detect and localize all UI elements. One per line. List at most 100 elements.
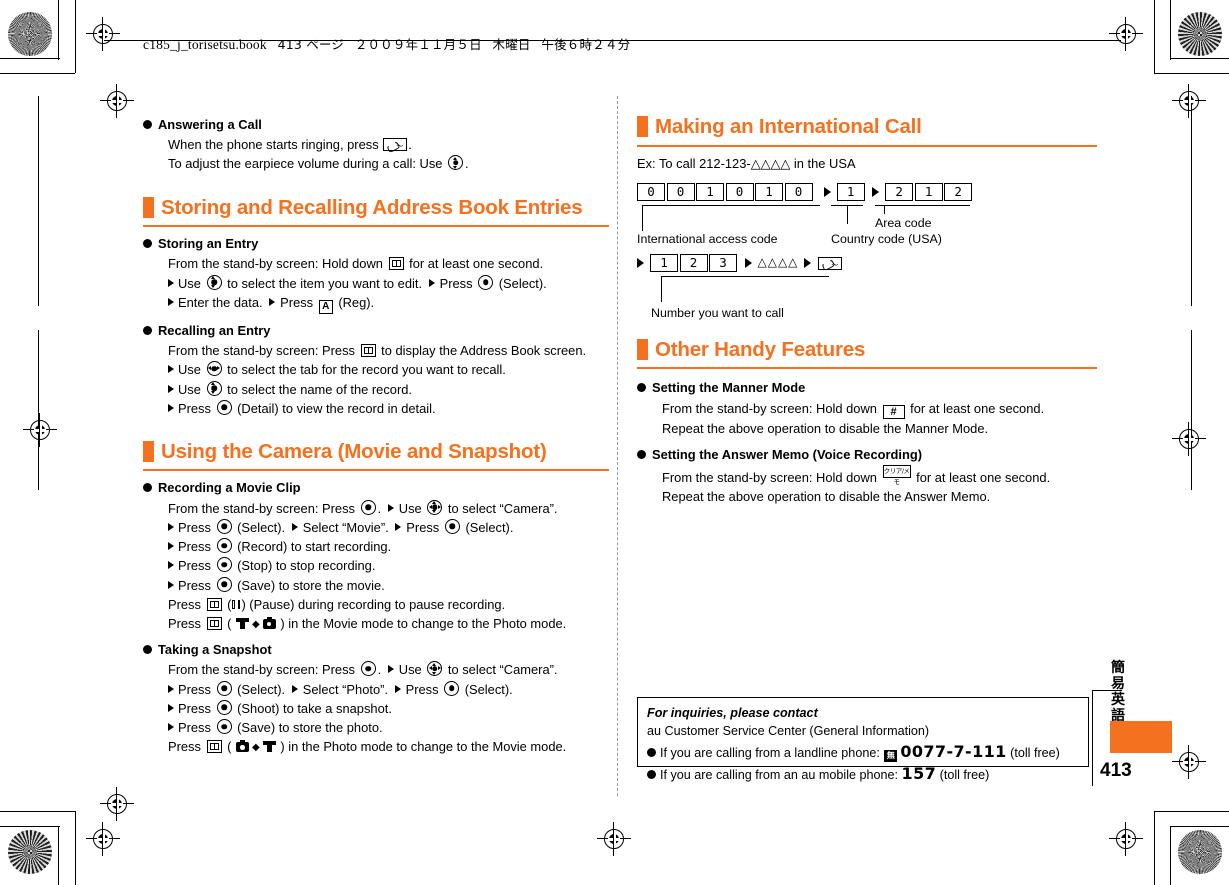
recalling-line-2-a: Use [178,362,201,378]
section-underline [143,225,609,228]
movie-line-2-a: Press [178,519,211,535]
section-underline [637,367,1097,370]
digit-box: 0 [725,183,754,202]
movie-line-7-a: Press [168,616,201,631]
step-arrow-icon [637,258,644,269]
up-down-key-icon [206,380,222,396]
center-select-key-icon [216,680,232,696]
crop-line-inner-bl-v [75,811,76,885]
intl-dial-row-1: 001010 1212 Area code International acce… [637,182,1097,246]
pause-icon [231,599,241,610]
heading-text: Setting the Manner Mode [652,380,806,396]
bullet-icon [143,120,152,129]
heading-text: Storing an Entry [158,236,259,252]
step-arrow-icon [168,403,174,412]
snapshot-line-1-d: to select “Camera”. [447,662,558,678]
center-select-key-icon [478,274,494,290]
movie-mode-icon [236,618,250,629]
movie-line-2-e: (Select). [465,519,514,535]
storing-line-1-b: for at least one second. [409,256,544,272]
section-title-text: Making an International Call [655,115,922,138]
storing-line-1: From the stand-by screen: Hold down for … [168,254,609,273]
snapshot-line-3-b: (Shoot) to take a snapshot. [237,700,392,716]
snapshot-line-2-b: (Select). [237,681,286,697]
step-arrow-icon [168,365,174,374]
digit-box: 1 [836,183,865,202]
margin-vertical-char: 易 [1111,676,1125,692]
movie-line-5-b: (Save) to store the movie. [237,577,385,593]
toll-free-badge-icon: 無 [884,749,898,762]
registration-mark-top-left [86,17,120,51]
storing-line-3: Enter the data. Press A (Reg). [168,293,609,314]
movie-line-1-c: Use [398,500,422,516]
label-access-code: International access code [637,231,778,246]
manner-mode-line-1: From the stand-by screen: Hold down # fo… [662,399,1097,419]
digit-box: 2 [679,254,708,273]
storing-line-2-c: Press [439,275,473,291]
step-arrow-icon [291,522,298,531]
snapshot-line-1-c: Use [398,662,422,678]
inquiry-title: For inquiries, please contact [647,706,818,720]
section-title-text: Using the Camera (Movie and Snapshot) [161,439,547,463]
answering-line-1-text: When the phone starts ringing, press [168,137,379,153]
recalling-line-3: Use to select the name of the record. [168,380,609,399]
step-arrow-icon [291,684,298,693]
inquiry-item-mobile-text: If you are calling from an au mobile pho… [660,768,899,783]
crop-line-inner-tr-h [1154,73,1229,74]
heading-text: Setting the Answer Memo (Voice Recording… [652,446,923,462]
bullet-icon [647,747,656,757]
answer-memo-line-1-b: for at least one second. [916,469,1051,485]
center-select-key-icon [216,557,232,573]
movie-line-3-a: Press [178,539,211,555]
snapshot-line-1-a: From the stand-by screen: Press [168,662,355,678]
section-accent-bar [637,338,648,360]
print-density-target-top-right [1178,12,1222,56]
heading-text: Recalling an Entry [158,322,271,338]
movie-line-6-c: ) (Pause) during recording to pause reco… [241,596,506,612]
registration-mark-bottom-center [597,822,631,856]
snapshot-line-5-c: ) in the Photo mode to change to the Mov… [280,739,567,755]
margin-rule-left-bottom [38,330,39,490]
movie-line-3-b: (Record) to start recording. [237,539,392,555]
access-code-digits: 001010 [637,183,818,202]
snapshot-line-2: Press (Select). Select “Photo”. Press (S… [168,680,609,699]
registration-mark-bottom-left [100,787,134,821]
step-arrow-icon [804,258,812,269]
bullet-icon [143,645,152,655]
bullet-icon [647,770,656,780]
step-arrow-icon [168,297,174,306]
movie-line-3: Press (Record) to start recording. [168,537,609,556]
snapshot-line-4-a: Press [178,720,211,736]
recalling-line-2: Use to select the tab for the record you… [168,360,609,379]
recalling-line-1: From the stand-by screen: Press to displ… [168,341,609,360]
movie-line-5-a: Press [178,577,211,593]
address-book-key-icon [206,617,222,630]
header-page-label: 413 ページ [277,37,345,52]
inquiry-item-landline: If you are calling from a landline phone… [647,741,1079,764]
section-title-text: Other Handy Features [655,337,866,361]
step-arrow-icon [168,703,174,712]
print-density-target-bottom-left [8,830,52,874]
answering-line-2-period: . [465,156,469,172]
registration-mark-tab-corner [1172,745,1206,779]
movie-line-4-b: (Stop) to stop recording. [237,558,376,574]
call-key-icon: 〜 [383,138,408,154]
storing-line-2: Use to select the item you want to edit.… [168,274,609,293]
mobile-tollfree-note: (toll free) [939,768,990,783]
mobile-number: 157 [901,764,937,784]
crop-line-inner-tl-h [0,73,75,74]
center-select-key-icon [360,661,376,677]
header-weekday: 木曜日 [492,37,531,52]
column-divider [617,96,618,796]
header-date: ２００９年１１月５日 [354,37,482,52]
storing-line-3-c: (Reg). [338,294,375,310]
inquiry-item-landline-text: If you are calling from a landline phone… [660,745,880,760]
four-way-key-icon [427,499,443,515]
storing-line-2-d: (Select). [498,275,547,291]
crop-line-bottom-right-h [1170,826,1229,827]
heading-text: Recording a Movie Clip [158,480,301,496]
margin-rule-tab-left [1092,690,1093,786]
storing-line-2-a: Use [178,275,201,291]
movie-line-7: Press ( ◆ ) in the Movie mode to change … [168,614,609,633]
clear-memo-key-label: クリア/メモ [883,466,910,486]
